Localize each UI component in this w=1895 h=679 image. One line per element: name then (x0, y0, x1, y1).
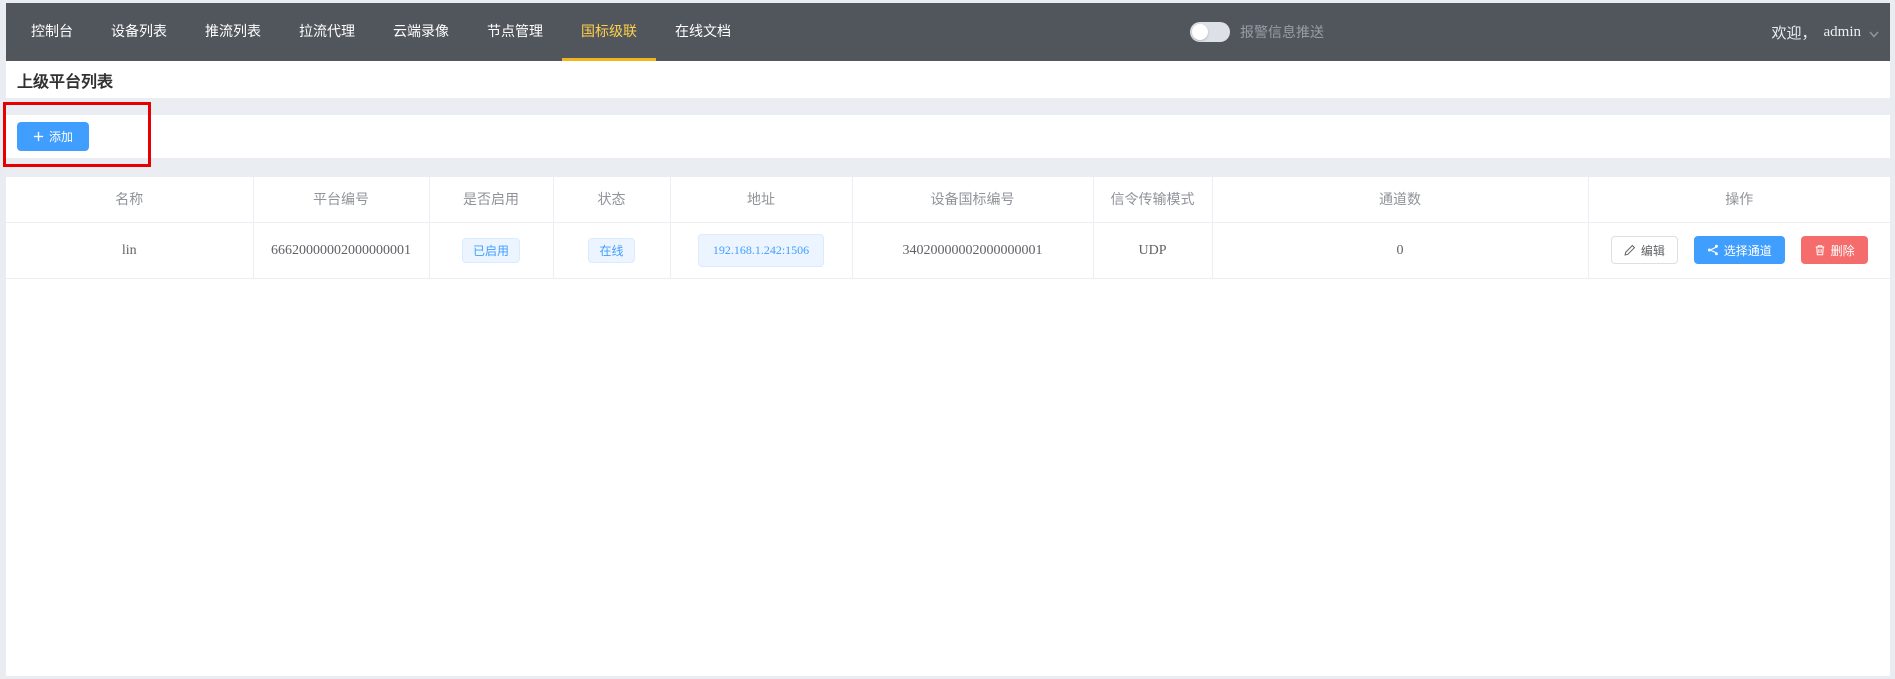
welcome-text: 欢迎， (1771, 22, 1816, 43)
table-header-row: 名称 平台编号 是否启用 状态 地址 设备国标编号 信令传输模式 通道数 操作 (6, 177, 1890, 222)
delete-button[interactable]: 删除 (1801, 236, 1868, 264)
cell-signal-mode: UDP (1093, 222, 1212, 278)
page-title: 上级平台列表 (17, 68, 113, 92)
cell-actions: 编辑 选择通道 删除 (1588, 222, 1890, 278)
nav-item-online-docs[interactable]: 在线文档 (656, 3, 750, 61)
section-divider (6, 98, 1890, 115)
edit-button[interactable]: 编辑 (1611, 236, 1678, 264)
alarm-push-label: 报警信息推送 (1240, 22, 1324, 42)
plus-icon (33, 131, 44, 142)
add-button[interactable]: 添加 (17, 122, 89, 151)
share-icon (1707, 244, 1719, 256)
enabled-badge: 已启用 (462, 238, 520, 263)
cell-device-gb-no: 34020000002000000001 (852, 222, 1093, 278)
nav-item-pull-proxy[interactable]: 拉流代理 (280, 3, 374, 61)
user-menu[interactable]: 欢迎， admin (1771, 3, 1880, 61)
nav-item-cloud-record[interactable]: 云端录像 (374, 3, 468, 61)
top-navbar: 控制台 设备列表 推流列表 拉流代理 云端录像 节点管理 国标级联 在线文档 报… (6, 3, 1890, 61)
pencil-icon (1624, 244, 1636, 256)
nav-item-node-manage[interactable]: 节点管理 (468, 3, 562, 61)
nav-item-push-list[interactable]: 推流列表 (186, 3, 280, 61)
edit-button-label: 编辑 (1641, 242, 1665, 259)
col-header-signal-mode: 信令传输模式 (1093, 177, 1212, 222)
trash-icon (1814, 244, 1826, 256)
table-row: lin 66620000002000000001 已启用 在线 192.168.… (6, 222, 1890, 278)
select-channel-button[interactable]: 选择通道 (1694, 236, 1785, 264)
col-header-platform-no: 平台编号 (253, 177, 429, 222)
cell-enabled: 已启用 (429, 222, 553, 278)
col-header-status: 状态 (553, 177, 670, 222)
app-container: 控制台 设备列表 推流列表 拉流代理 云端录像 节点管理 国标级联 在线文档 报… (6, 3, 1890, 676)
signal-mode: UDP (1138, 243, 1166, 258)
section-divider (6, 158, 1890, 177)
platform-table: 名称 平台编号 是否启用 状态 地址 设备国标编号 信令传输模式 通道数 操作 … (6, 177, 1890, 279)
nav-item-device-list[interactable]: 设备列表 (92, 3, 186, 61)
cell-address: 192.168.1.242:1506 (670, 222, 852, 278)
add-button-label: 添加 (49, 128, 73, 145)
col-header-enabled: 是否启用 (429, 177, 553, 222)
toggle-knob (1192, 24, 1208, 40)
delete-button-label: 删除 (1831, 242, 1855, 259)
platform-name: lin (122, 243, 137, 258)
alarm-push-toggle[interactable] (1190, 22, 1230, 42)
status-badge: 在线 (588, 238, 634, 263)
nav-item-gb-cascade-active[interactable]: 国标级联 (562, 3, 656, 61)
title-bar: 上级平台列表 (6, 61, 1890, 98)
col-header-channel-count: 通道数 (1212, 177, 1588, 222)
alarm-push-group: 报警信息推送 (1190, 3, 1324, 61)
cell-platform-no: 66620000002000000001 (253, 222, 429, 278)
toolbar: 添加 (6, 115, 1890, 158)
address-badge[interactable]: 192.168.1.242:1506 (698, 234, 824, 267)
platform-no: 66620000002000000001 (271, 243, 411, 258)
col-header-name: 名称 (6, 177, 253, 222)
cell-channel-count: 0 (1212, 222, 1588, 278)
col-header-device-gb-no: 设备国标编号 (852, 177, 1093, 222)
channel-count: 0 (1397, 243, 1404, 258)
select-channel-label: 选择通道 (1724, 242, 1772, 259)
nav-item-console[interactable]: 控制台 (12, 3, 92, 61)
nav-menu: 控制台 设备列表 推流列表 拉流代理 云端录像 节点管理 国标级联 在线文档 (6, 3, 750, 61)
platform-table-card: 名称 平台编号 是否启用 状态 地址 设备国标编号 信令传输模式 通道数 操作 … (6, 177, 1890, 676)
cell-status: 在线 (553, 222, 670, 278)
col-header-actions: 操作 (1588, 177, 1890, 222)
col-header-address: 地址 (670, 177, 852, 222)
chevron-down-icon (1868, 28, 1880, 40)
cell-name: lin (6, 222, 253, 278)
username: admin (1824, 24, 1862, 41)
device-gb-no: 34020000002000000001 (903, 243, 1043, 258)
